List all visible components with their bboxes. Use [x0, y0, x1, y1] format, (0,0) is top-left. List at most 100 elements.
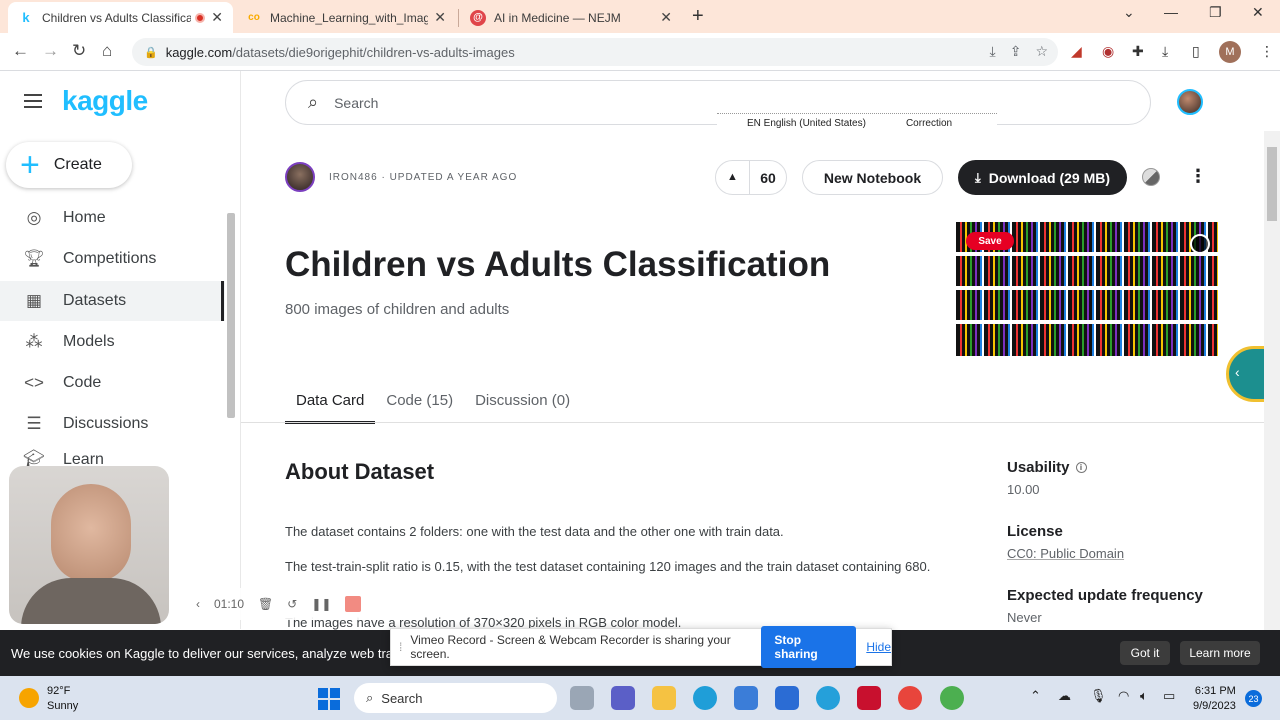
pinterest-save-button[interactable]: Save: [966, 232, 1014, 250]
sidebar-item-home[interactable]: ◎ Home: [0, 198, 225, 238]
reload-icon[interactable]: ↻: [72, 41, 86, 61]
sun-icon[interactable]: [19, 688, 39, 708]
more-options-icon[interactable]: ⋮: [1189, 166, 1207, 187]
theme-toggle-icon[interactable]: [1142, 168, 1160, 186]
profile-avatar[interactable]: M: [1219, 41, 1241, 63]
back-icon[interactable]: ←: [12, 41, 29, 61]
sidebar-item-code[interactable]: <> Code: [0, 363, 225, 403]
record-extension-icon[interactable]: ◉: [1102, 43, 1114, 60]
browser-tab-strip: k Children vs Adults Classificati ✕ co M…: [0, 0, 1280, 33]
hamburger-menu-icon[interactable]: [24, 94, 42, 112]
tab-nejm[interactable]: @ AI in Medicine — NEJM ✕: [460, 2, 682, 33]
trash-icon[interactable]: 🗑︎: [258, 597, 273, 611]
upvote-widget[interactable]: ▲ 60: [715, 160, 787, 195]
weather-condition: Sunny: [47, 700, 79, 712]
page-scrollbar[interactable]: [1264, 131, 1280, 630]
download-button[interactable]: ⤓ Download (29 MB): [958, 160, 1127, 195]
search-input[interactable]: Search: [334, 95, 378, 111]
address-bar[interactable]: 🔒 kaggle.com/datasets/die9origephit/chil…: [132, 38, 1058, 66]
store-icon[interactable]: [734, 686, 758, 710]
user-avatar[interactable]: [1177, 89, 1203, 115]
tab-code[interactable]: Code (15): [375, 380, 464, 424]
minimize-icon[interactable]: —: [1164, 4, 1178, 20]
owner-avatar[interactable]: [285, 162, 315, 192]
myhp-icon[interactable]: [775, 686, 799, 710]
got-it-button[interactable]: Got it: [1120, 641, 1170, 665]
kaggle-favicon-icon: k: [22, 10, 30, 25]
new-notebook-button[interactable]: New Notebook: [802, 160, 943, 195]
restore-icon[interactable]: ❐: [1209, 4, 1222, 21]
taskbar-search[interactable]: ⌕ Search: [354, 683, 557, 713]
extension-icon[interactable]: ◢: [1071, 43, 1082, 60]
forward-icon[interactable]: →: [42, 41, 59, 61]
weather-widget[interactable]: 92°F Sunny: [47, 684, 78, 714]
scrollbar-thumb[interactable]: [227, 213, 235, 418]
stop-recording-icon[interactable]: [345, 596, 362, 612]
close-window-icon[interactable]: ✕: [1252, 4, 1264, 21]
collapse-chevron-icon[interactable]: ‹: [196, 597, 200, 611]
windows-start-icon[interactable]: [318, 688, 340, 710]
learn-more-button[interactable]: Learn more: [1180, 641, 1260, 665]
wifi-icon[interactable]: ◠: [1118, 688, 1129, 704]
tab-search-chevron-icon[interactable]: ⌄: [1123, 4, 1135, 21]
chrome-profile-icon[interactable]: [898, 686, 922, 710]
tab-colab[interactable]: co Machine_Learning_with_Image_C ✕: [236, 2, 456, 33]
sidebar-item-discussions[interactable]: ☰ Discussions: [0, 404, 225, 444]
mcafee-icon[interactable]: [857, 686, 881, 710]
correction-button[interactable]: Correction: [906, 118, 952, 129]
onedrive-icon[interactable]: ☁: [1058, 688, 1071, 704]
kaggle-logo[interactable]: kaggle: [62, 85, 148, 117]
home-icon[interactable]: ⌂: [102, 41, 112, 61]
colab-favicon-icon: co: [248, 12, 260, 23]
chrome-icon[interactable]: [940, 686, 964, 710]
teams-icon[interactable]: [611, 686, 635, 710]
microphone-icon[interactable]: 🎙︎: [1090, 688, 1107, 704]
close-tab-icon[interactable]: ✕: [660, 9, 672, 26]
lens-search-icon[interactable]: [1190, 234, 1210, 254]
sidebar-item-models[interactable]: ⁂ Models: [0, 322, 225, 362]
tray-overflow-icon[interactable]: ⌃: [1030, 688, 1041, 704]
sidebar-scrollbar[interactable]: [227, 201, 235, 621]
clock-time: 6:31 PM: [1194, 685, 1236, 697]
notification-badge[interactable]: 23: [1245, 690, 1262, 707]
create-button[interactable]: + Create: [6, 142, 132, 188]
drag-handle-icon[interactable]: ⁞: [399, 640, 402, 654]
lock-icon: 🔒: [144, 46, 158, 59]
task-view-icon[interactable]: [570, 686, 594, 710]
language-selector[interactable]: EN English (United States): [747, 118, 866, 129]
bookmark-star-icon[interactable]: ☆: [1035, 43, 1048, 60]
sidebar-item-datasets[interactable]: ▦ Datasets: [0, 281, 225, 321]
help-icon[interactable]: [816, 686, 840, 710]
edge-icon[interactable]: [693, 686, 717, 710]
license-link[interactable]: CC0: Public Domain: [1007, 546, 1124, 561]
tab-data-card[interactable]: Data Card: [285, 380, 376, 424]
extensions-puzzle-icon[interactable]: ✚: [1132, 43, 1144, 60]
scrollbar-thumb[interactable]: [1267, 147, 1277, 221]
trophy-icon: 🏆︎: [23, 249, 45, 268]
stop-sharing-button[interactable]: Stop sharing: [761, 626, 857, 668]
close-tab-icon[interactable]: ✕: [211, 9, 223, 26]
info-icon[interactable]: i: [1075, 462, 1087, 473]
sidebar-item-label: Models: [63, 333, 115, 350]
browser-menu-icon[interactable]: ⋮: [1260, 43, 1274, 60]
restart-icon[interactable]: ↺: [287, 597, 297, 611]
dataset-owner: IRON486 · UPDATED A YEAR AGO: [285, 162, 517, 192]
volume-icon[interactable]: 🔈︎: [1140, 688, 1148, 704]
upvote-arrow-icon[interactable]: ▲: [716, 161, 750, 194]
tab-discussion[interactable]: Discussion (0): [464, 380, 581, 424]
system-clock[interactable]: 6:31 PM 9/9/2023: [1193, 684, 1236, 714]
file-explorer-icon[interactable]: [652, 686, 676, 710]
side-panel-icon[interactable]: ▯: [1192, 43, 1200, 60]
pause-icon[interactable]: ❚❚: [311, 597, 331, 611]
share-icon[interactable]: ⇪: [1010, 43, 1022, 60]
new-tab-button[interactable]: +: [692, 5, 704, 28]
close-tab-icon[interactable]: ✕: [434, 9, 446, 26]
install-icon[interactable]: ⤓: [990, 43, 996, 60]
windows-taskbar: 92°F Sunny ⌕ Search ⌃ ☁ 🎙︎ ◠ 🔈︎ ▭ 6:31 P…: [0, 676, 1280, 720]
create-label: Create: [53, 156, 102, 173]
download-icon[interactable]: ⤓: [1162, 43, 1168, 60]
battery-icon[interactable]: ▭: [1163, 688, 1175, 704]
sidebar-item-competitions[interactable]: 🏆︎ Competitions: [0, 239, 225, 279]
hide-link[interactable]: Hide: [866, 640, 891, 654]
tab-kaggle[interactable]: k Children vs Adults Classificati ✕: [8, 2, 233, 33]
